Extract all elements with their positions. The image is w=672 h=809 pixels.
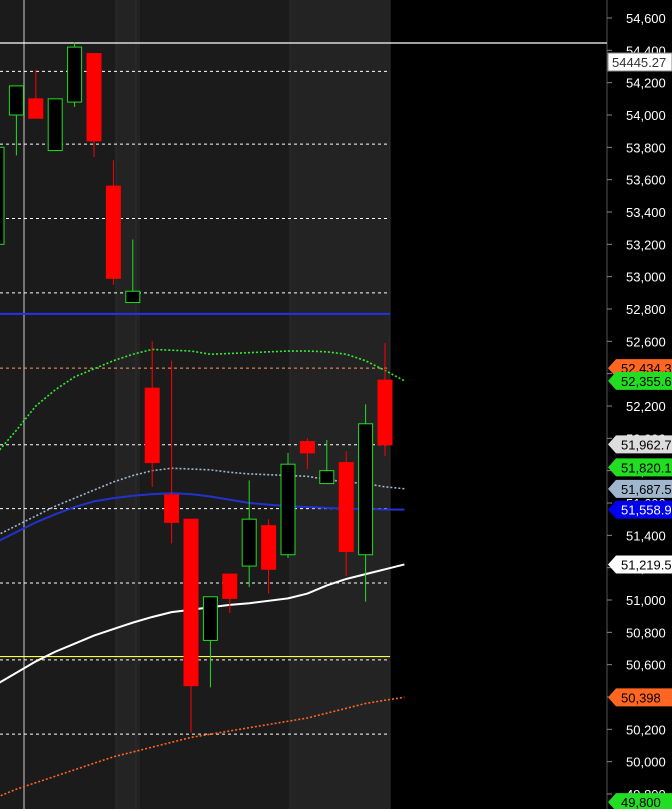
- crosshair-price-label: 54445.27: [607, 52, 672, 72]
- candle-body: [319, 470, 335, 485]
- candle-body: [144, 387, 160, 464]
- candle-body: [125, 290, 141, 304]
- axis-tick-label: 50,000: [626, 755, 666, 770]
- axis-tick-label: 52,800: [626, 302, 666, 317]
- candle-body: [280, 463, 296, 556]
- candle: [67, 42, 83, 107]
- candle: [47, 98, 63, 152]
- axis-tick-label: 50,800: [626, 625, 666, 640]
- level-price-label: 51,558.9: [608, 500, 672, 519]
- axis-tick-label: 53,800: [626, 140, 666, 155]
- candle-body: [105, 185, 121, 279]
- level-price-label: 51,687.5: [608, 479, 672, 498]
- level-price-text: 51,962.7: [621, 437, 672, 452]
- level-price-text: 50,398: [621, 690, 661, 705]
- candle-body: [299, 441, 315, 454]
- candle-body: [8, 85, 24, 116]
- candle-body: [261, 525, 277, 570]
- crosshair-price-text: 54445.27: [612, 55, 666, 70]
- candle-body: [28, 98, 44, 119]
- price-chart[interactable]: 54,60054,40054,20054,00053,80053,60053,4…: [0, 0, 672, 809]
- level-price-label: 50,398: [608, 688, 672, 707]
- axis-tick-label: 53,200: [626, 237, 666, 252]
- level-price-label: 49,800: [608, 793, 672, 809]
- level-price-text: 51,558.9: [621, 503, 672, 518]
- candle: [0, 146, 5, 245]
- candle-body: [338, 462, 354, 553]
- level-price-label: 51,962.7: [608, 435, 672, 454]
- axis-tick-label: 53,400: [626, 205, 666, 220]
- axis-tick-label: 52,200: [626, 399, 666, 414]
- axis-tick-label: 53,000: [626, 270, 666, 285]
- level-price-label: 52,355.6: [608, 371, 672, 390]
- time-band: [290, 0, 390, 809]
- axis-tick-label: 51,400: [626, 528, 666, 543]
- axis-tick-label: 51,000: [626, 593, 666, 608]
- axis-tick-label: 50,200: [626, 722, 666, 737]
- level-price-label: 51,820.1: [608, 458, 672, 477]
- axis-tick-label: 53,600: [626, 173, 666, 188]
- level-price-label: 51,219.5: [608, 555, 672, 574]
- candle-body: [202, 596, 218, 641]
- axis-tick-label: 54,000: [626, 108, 666, 123]
- level-price-text: 51,687.5: [621, 482, 672, 497]
- candle-body: [164, 494, 180, 523]
- candle-body: [47, 98, 63, 152]
- candle-body: [86, 53, 102, 142]
- candle-body: [377, 379, 393, 446]
- candle-body: [0, 146, 5, 245]
- axis-tick-label: 50,600: [626, 658, 666, 673]
- level-price-text: 51,219.5: [621, 558, 672, 573]
- axis-tick-label: 54,200: [626, 76, 666, 91]
- level-price-text: 52,355.6: [621, 374, 672, 389]
- candle-body: [67, 46, 83, 103]
- candle-body: [183, 518, 199, 687]
- level-price-text: 51,820.1: [621, 460, 672, 475]
- candle-body: [222, 573, 238, 599]
- level-price-text: 49,800: [621, 795, 661, 809]
- axis-tick-label: 52,600: [626, 334, 666, 349]
- candle-body: [241, 518, 257, 567]
- candle-body: [358, 423, 374, 556]
- axis-tick-label: 54,600: [626, 11, 666, 26]
- candle: [280, 452, 296, 558]
